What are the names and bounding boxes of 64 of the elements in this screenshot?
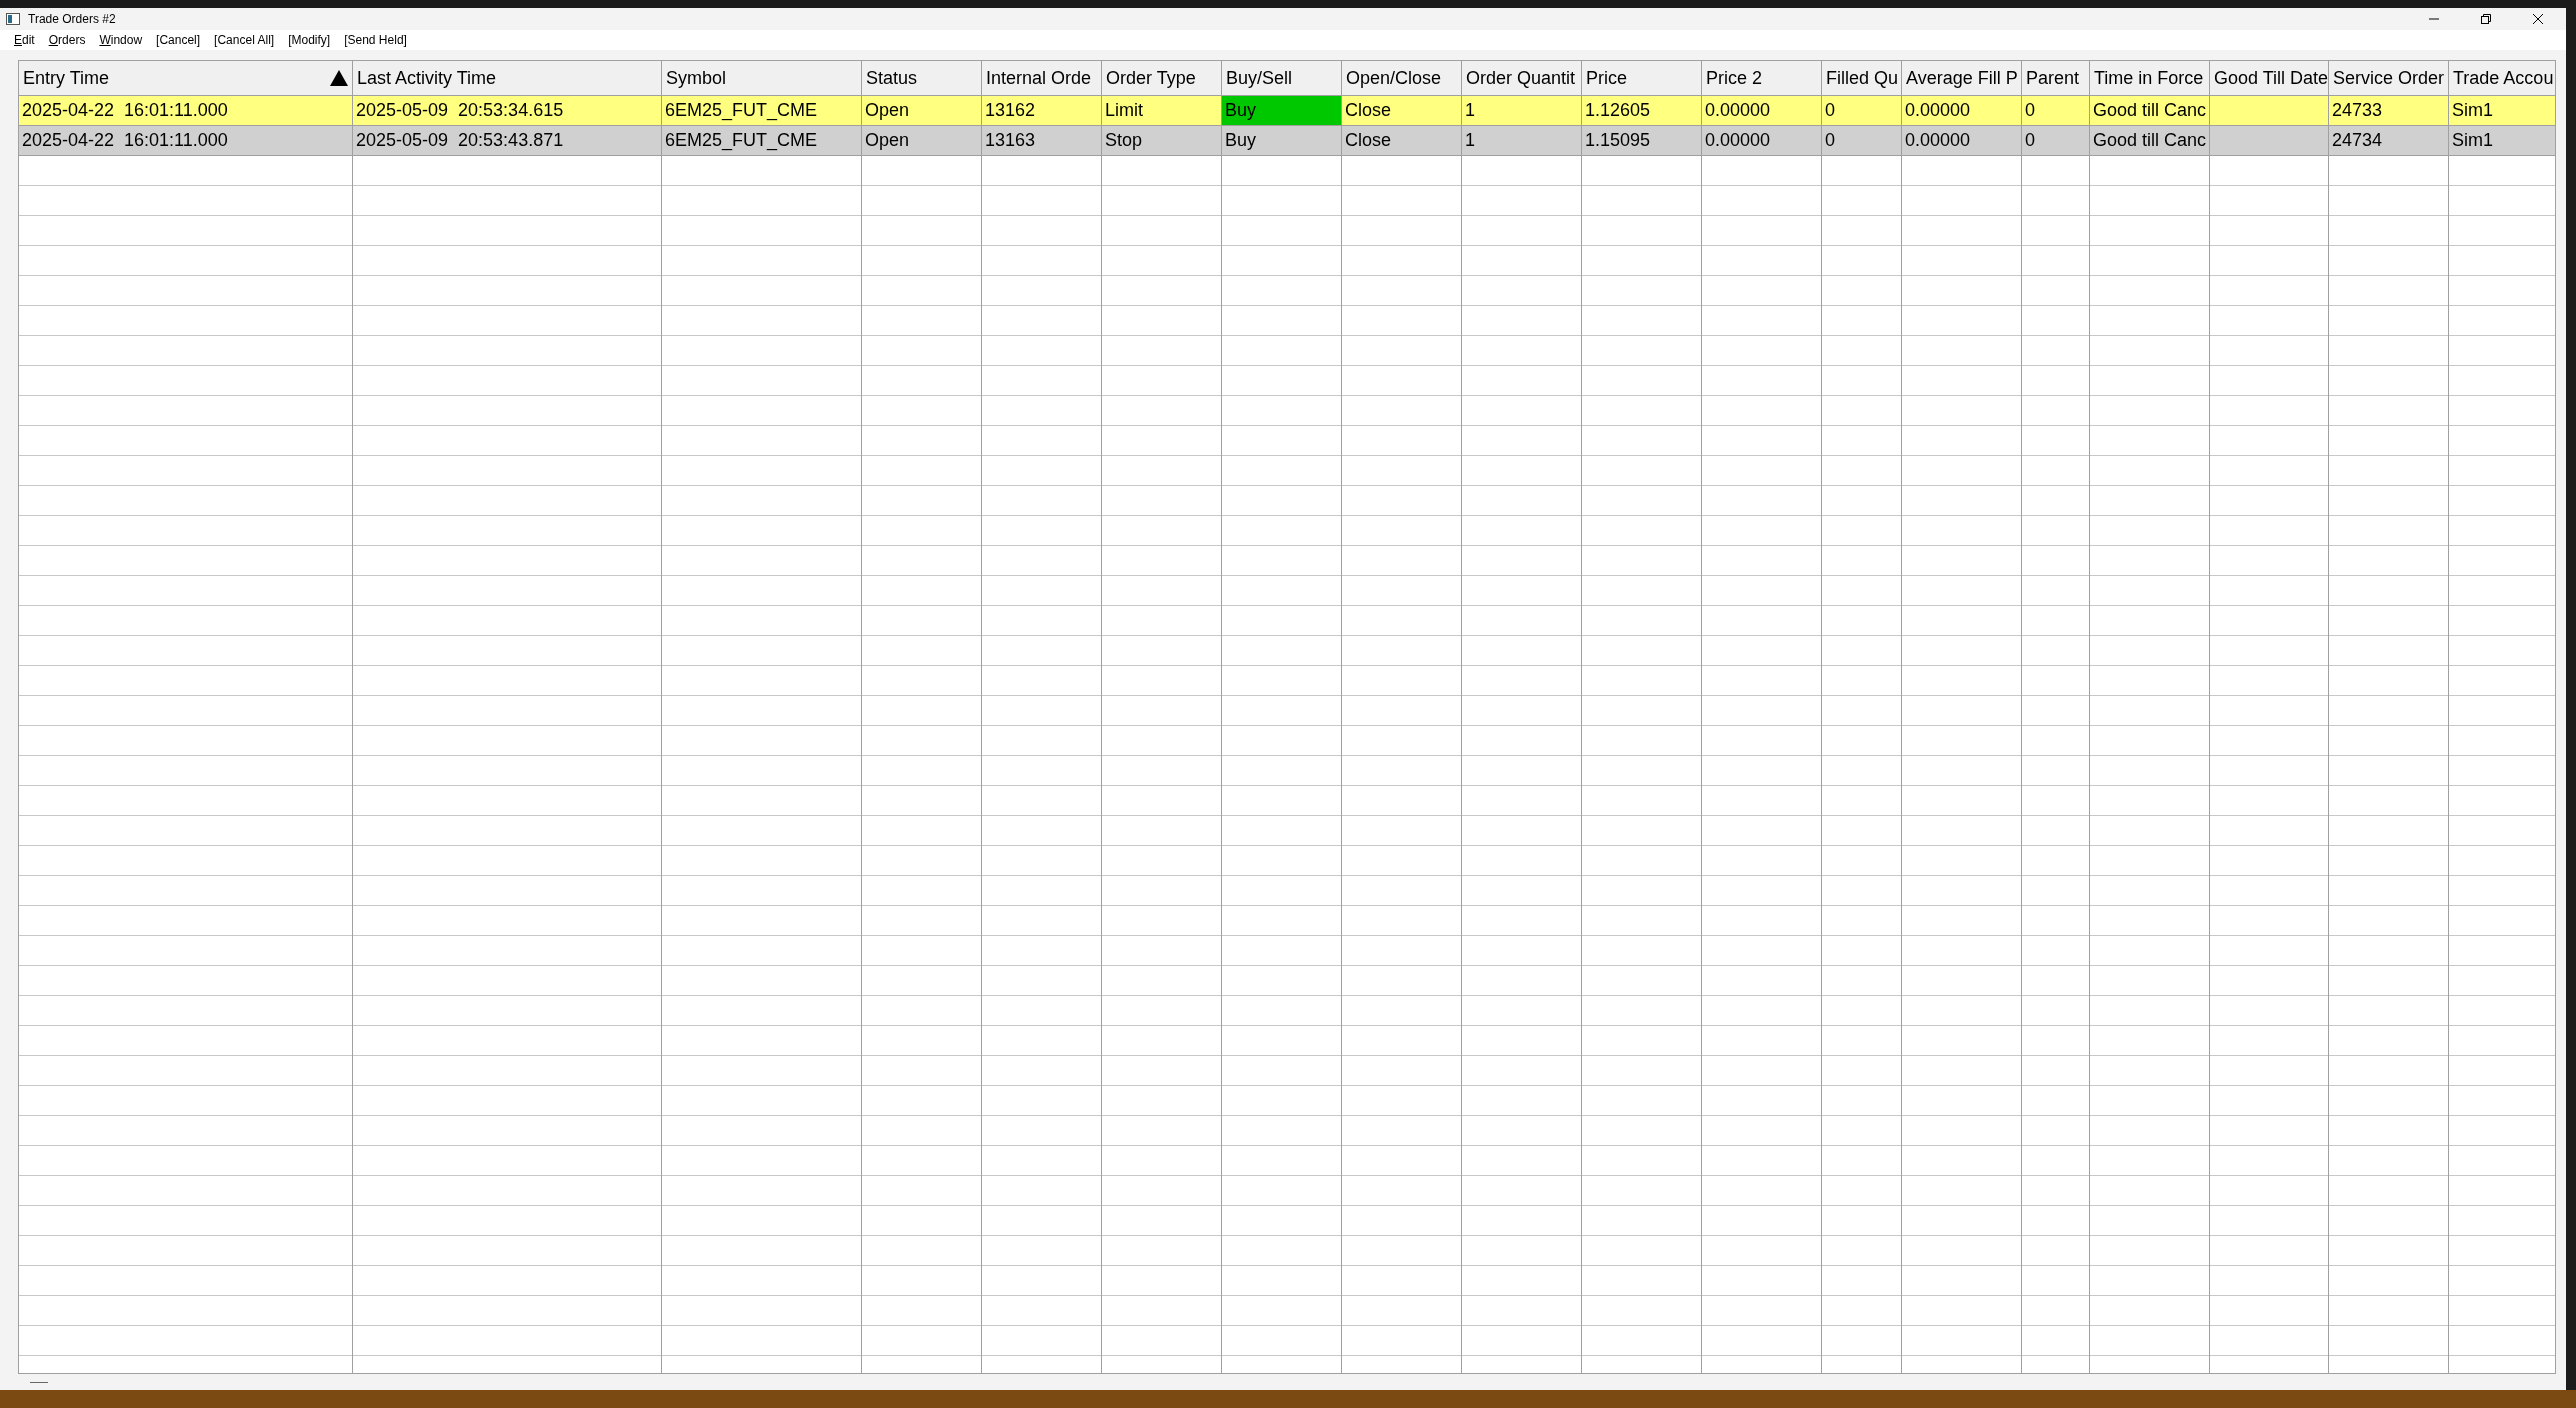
table-cell: Stop [1102,126,1222,156]
column-header[interactable]: Order Type [1102,61,1222,96]
table-cell: 0 [1822,96,1902,126]
table-cell: 13162 [982,96,1102,126]
table-cell: 6EM25_FUT_CME [662,126,862,156]
table-cell: 0.00000 [1702,96,1822,126]
column-header[interactable]: Trade Accou [2449,61,2555,96]
table-cell: Close [1342,96,1462,126]
table-cell: 1 [1462,126,1582,156]
table-cell: Buy [1222,126,1342,156]
table-cell: 6EM25_FUT_CME [662,96,862,126]
table-cell: 1.15095 [1582,126,1702,156]
command-button[interactable]: [Cancel] [156,33,201,47]
column-header[interactable]: Buy/Sell [1222,61,1342,96]
table-cell: Sim1 [2449,96,2555,126]
command-button[interactable]: [Send Held] [344,33,407,47]
window-title: Trade Orders #2 [28,12,116,26]
app-icon [6,13,20,25]
menu-item[interactable]: Window [99,33,143,47]
table-cell: 1 [1462,96,1582,126]
table-cell: Limit [1102,96,1222,126]
column-header[interactable]: Status [862,61,982,96]
restore-icon [2480,13,2492,25]
table-cell: 13163 [982,126,1102,156]
table-cell: 24733 [2329,96,2449,126]
column-header[interactable]: Entry Time [19,61,353,96]
table-cell: 2025-05-09 20:53:43.871 [353,126,662,156]
table-cell: 0 [1822,126,1902,156]
command-button[interactable]: [Cancel All] [214,33,275,47]
column-header[interactable]: Open/Close [1342,61,1462,96]
column-header[interactable]: Symbol [662,61,862,96]
column-header[interactable]: Last Activity Time [353,61,662,96]
table-cell: 0.00000 [1902,96,2022,126]
command-button[interactable]: [Modify] [288,33,331,47]
table-cell: Buy [1222,96,1342,126]
table-cell: 0.00000 [1902,126,2022,156]
column-header[interactable]: Good Till Date [2210,61,2329,96]
table-cell: Close [1342,126,1462,156]
table-cell: 2025-04-22 16:01:11.000 [19,96,353,126]
menu-item[interactable]: Edit [14,33,35,47]
column-header[interactable]: Price 2 [1702,61,1822,96]
table-cell: 24734 [2329,126,2449,156]
table-cell: Good till Canc [2090,96,2210,126]
column-header[interactable]: Parent [2022,61,2090,96]
column-header[interactable]: Filled Qu [1822,61,1902,96]
table-cell: 0.00000 [1702,126,1822,156]
table-cell: Open [862,96,982,126]
column-header[interactable]: Order Quantit [1462,61,1582,96]
table-cell: Open [862,126,982,156]
table-cell: Sim1 [2449,126,2555,156]
column-header[interactable]: Internal Orde [982,61,1102,96]
column-header[interactable]: Service Order [2329,61,2449,96]
close-icon [2532,13,2544,25]
column-header[interactable]: Price [1582,61,1702,96]
table-cell: Good till Canc [2090,126,2210,156]
column-header[interactable]: Time in Force [2090,61,2210,96]
resize-grip-icon [30,1380,48,1384]
table-cell: 2025-04-22 16:01:11.000 [19,126,353,156]
table-cell: 2025-05-09 20:53:34.615 [353,96,662,126]
table-cell: 0 [2022,126,2090,156]
column-header[interactable]: Average Fill P [1902,61,2022,96]
table-cell: 1.12605 [1582,96,1702,126]
menu-item[interactable]: Orders [48,33,86,47]
table-cell: 0 [2022,96,2090,126]
